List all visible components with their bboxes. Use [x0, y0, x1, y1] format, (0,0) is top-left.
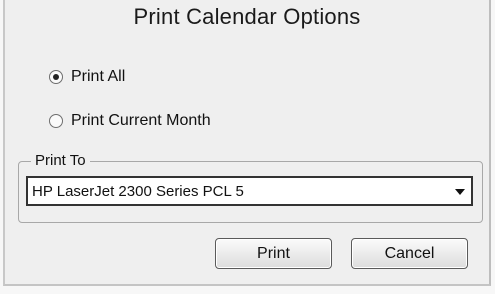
printer-select-value: HP LaserJet 2300 Series PCL 5	[32, 182, 244, 200]
print-calendar-options-dialog: Print Calendar Options Print All Print C…	[3, 0, 491, 286]
radio-selected-dot-icon	[53, 74, 59, 80]
print-current-month-label[interactable]: Print Current Month	[71, 112, 211, 130]
printer-select[interactable]: HP LaserJet 2300 Series PCL 5	[26, 176, 473, 206]
dropdown-arrow-icon[interactable]	[455, 189, 465, 195]
print-all-option[interactable]: Print All	[49, 68, 125, 86]
print-current-month-radio[interactable]	[49, 114, 63, 128]
cancel-button[interactable]: Cancel	[351, 238, 468, 269]
print-all-radio[interactable]	[49, 70, 63, 84]
print-button[interactable]: Print	[215, 238, 332, 269]
page: Print Calendar Options Print All Print C…	[0, 0, 495, 294]
print-to-label: Print To	[31, 152, 90, 169]
print-all-label[interactable]: Print All	[71, 68, 125, 86]
print-current-month-option[interactable]: Print Current Month	[49, 112, 211, 130]
print-to-group: Print To HP LaserJet 2300 Series PCL 5	[18, 152, 483, 223]
dialog-title: Print Calendar Options	[133, 4, 361, 29]
